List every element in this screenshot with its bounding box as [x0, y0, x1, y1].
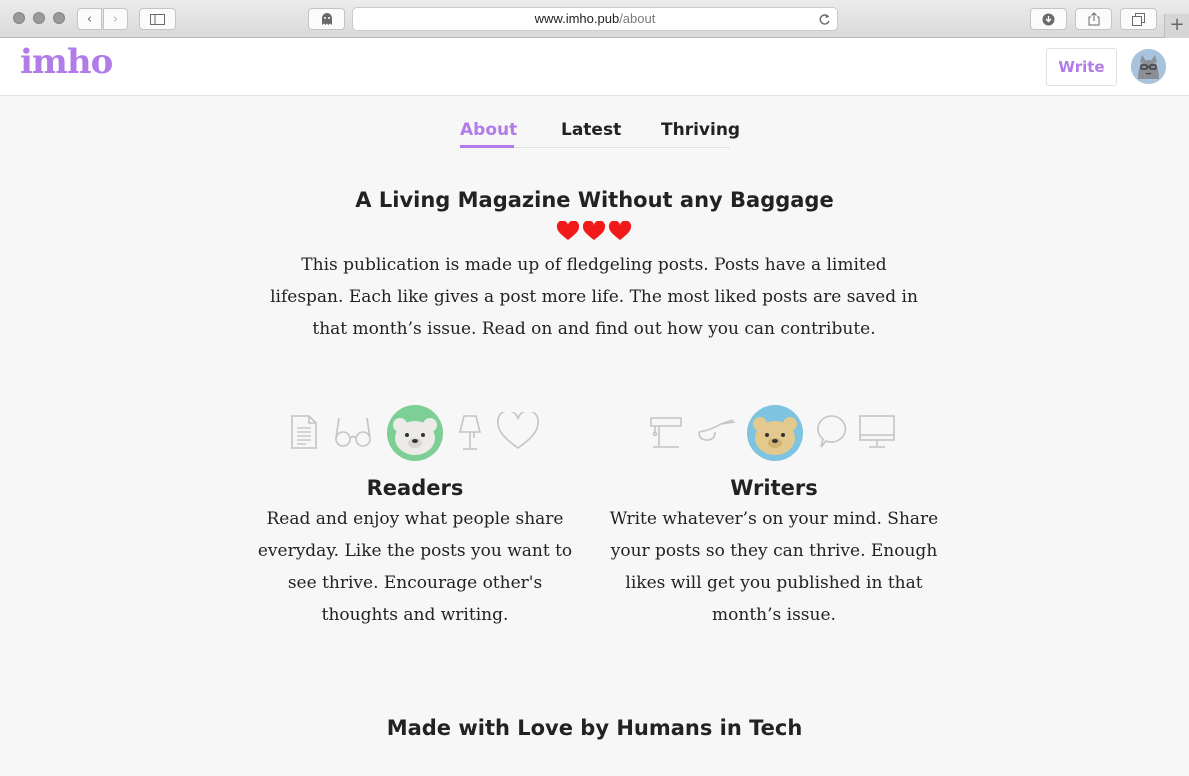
share-button[interactable]	[1075, 8, 1112, 30]
desk-lamp-icon	[650, 417, 682, 448]
tab-about[interactable]: About	[460, 120, 517, 148]
minimize-window-button[interactable]	[33, 12, 45, 24]
reload-icon[interactable]	[818, 13, 831, 26]
readers-icons	[250, 400, 580, 462]
download-icon	[1042, 13, 1055, 25]
private-mode-button[interactable]	[308, 8, 345, 30]
ghost-icon	[321, 12, 332, 25]
chevron-left-icon: ‹	[86, 11, 93, 27]
user-avatar[interactable]	[1131, 49, 1166, 84]
cat-avatar-icon	[1131, 49, 1166, 84]
chevron-right-icon: ›	[112, 11, 119, 27]
polar-bear-avatar	[387, 405, 443, 461]
monitor-icon	[859, 415, 895, 448]
tab-latest[interactable]: Latest	[561, 120, 621, 148]
close-window-button[interactable]	[13, 12, 25, 24]
sidebar-button[interactable]	[139, 8, 176, 30]
write-button[interactable]: Write	[1046, 48, 1117, 86]
speech-bubble-icon	[817, 415, 847, 448]
downloads-button[interactable]	[1030, 8, 1067, 30]
tabs-overview-button[interactable]	[1120, 8, 1157, 30]
heart-icon	[582, 221, 606, 240]
document-icon	[291, 415, 317, 449]
tabs-icon	[1132, 12, 1145, 26]
hearts-row	[556, 221, 632, 241]
back-button[interactable]: ‹	[77, 8, 102, 30]
tab-thriving[interactable]: Thriving	[661, 120, 740, 148]
address-bar[interactable]: www.imho.pub/about	[352, 7, 838, 31]
writers-text: Write whatever’s on your mind. Share you…	[609, 509, 939, 625]
section-tabs: About Latest Thriving	[460, 118, 740, 148]
bear-avatar	[747, 405, 803, 461]
url-domain: www.imho.pub	[534, 11, 620, 26]
heart-outline-icon	[497, 412, 539, 449]
sidebar-icon	[150, 13, 165, 25]
writers-icons	[609, 400, 939, 462]
footer-title: Made with Love by Humans in Tech	[386, 716, 803, 740]
new-tab-button[interactable]: +	[1164, 14, 1189, 38]
zoom-window-button[interactable]	[53, 12, 65, 24]
share-icon	[1088, 12, 1099, 26]
heart-icon	[556, 221, 580, 240]
glasses-icon	[335, 417, 371, 447]
readers-title: Readers	[366, 476, 464, 500]
browser-toolbar: ‹ › www.imho.pub/about +	[0, 0, 1189, 38]
forward-button[interactable]: ›	[103, 8, 128, 30]
site-header: imho Write	[0, 38, 1189, 96]
about-intro: This publication is made up of fledgelin…	[270, 255, 918, 339]
about-title: A Living Magazine Without any Baggage	[355, 188, 834, 212]
heart-icon	[608, 221, 632, 240]
lamp-icon	[458, 415, 482, 450]
pipe-icon	[698, 419, 736, 441]
site-logo[interactable]: imho	[20, 42, 113, 82]
writers-title: Writers	[730, 476, 818, 500]
readers-text: Read and enjoy what people share everyda…	[257, 509, 573, 625]
url-path: /about	[619, 11, 656, 26]
